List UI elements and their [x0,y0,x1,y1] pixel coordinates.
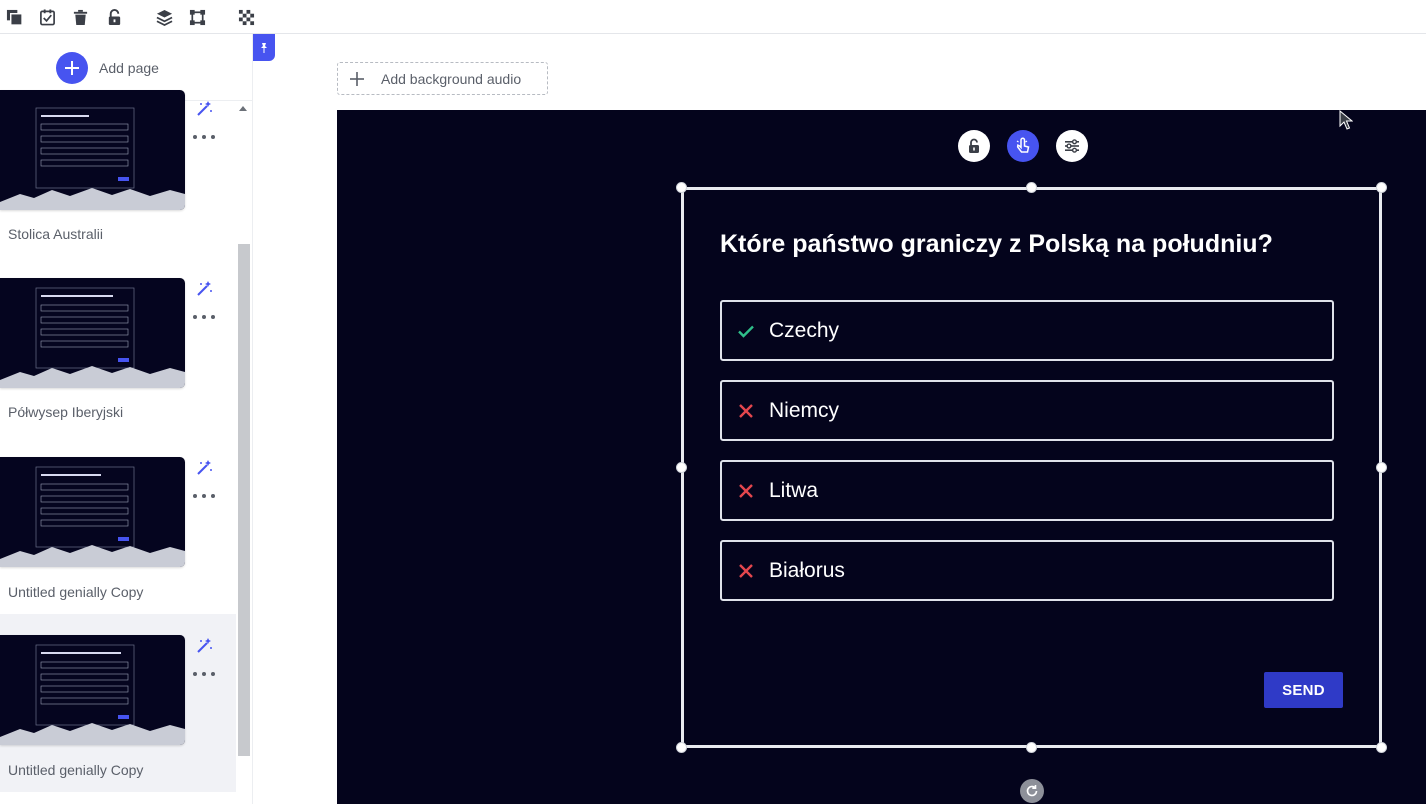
resize-handle[interactable] [1026,182,1037,193]
quiz-option-label: Białorus [769,558,845,582]
resize-handle[interactable] [676,742,687,753]
page-title: Untitled genially Copy [8,762,144,778]
group-icon[interactable] [188,8,206,26]
scrollbar-thumb[interactable] [238,244,250,756]
unlock-icon [969,138,979,153]
scroll-up-arrow-icon[interactable] [239,106,247,111]
page-thumbnail [0,457,185,567]
sliders-icon [1065,139,1079,153]
sidebar-scrollbar[interactable] [236,100,252,804]
trash-icon[interactable] [71,8,89,26]
page-title: Untitled genially Copy [8,584,144,600]
more-options-icon[interactable] [193,312,215,322]
interactivity-button[interactable] [1007,130,1039,162]
rotate-handle[interactable] [1020,779,1044,803]
quiz-option-label: Czechy [769,318,840,342]
unlock-element-button[interactable] [958,130,990,162]
rotate-icon [1026,785,1038,797]
more-options-icon[interactable] [193,491,215,501]
more-options-icon[interactable] [193,669,215,679]
add-background-audio-label: Add background audio [381,70,522,87]
page-title: Stolica Australii [8,226,103,242]
checklist-icon[interactable] [38,8,56,26]
add-background-audio-button[interactable]: Add background audio [337,62,548,95]
pointer-click-icon [1016,137,1030,153]
settings-button[interactable] [1056,130,1088,162]
layers-icon[interactable] [155,8,173,26]
resize-handle[interactable] [1026,742,1037,753]
cross-icon [737,402,755,420]
resize-handle[interactable] [676,462,687,473]
resize-handle[interactable] [1376,742,1387,753]
plus-icon [350,71,364,86]
pin-icon[interactable] [253,34,275,61]
quiz-question: Które państwo graniczy z Polską na połud… [720,230,1273,258]
slide-canvas[interactable]: Które państwo graniczy z Polską na połud… [337,110,1426,804]
cross-icon [737,562,755,580]
more-options-icon[interactable] [193,132,215,142]
top-toolbar [0,0,1426,34]
cross-icon [737,482,755,500]
resize-handle[interactable] [676,182,687,193]
quiz-option[interactable]: Białorus [720,540,1334,601]
plus-icon [56,52,88,84]
magic-wand-icon[interactable] [195,637,213,655]
quiz-option[interactable]: Litwa [720,460,1334,521]
page-item[interactable]: Stolica Australii [0,90,236,242]
magic-wand-icon[interactable] [195,280,213,298]
magic-wand-icon[interactable] [195,100,213,118]
resize-handle[interactable] [1376,182,1387,193]
page-thumbnail [0,278,185,388]
mouse-cursor-icon [1339,110,1353,130]
add-page-button[interactable]: Add page [56,52,159,84]
resize-handle[interactable] [1376,462,1387,473]
page-title: Półwysep Iberyjski [8,404,124,420]
page-thumbnail [0,635,185,745]
quiz-option-label: Niemcy [769,398,840,422]
canvas-workspace: Add background audio Które państwo grani… [253,34,1426,804]
check-icon [737,322,755,340]
page-item[interactable]: Untitled genially Copy [0,614,236,792]
magic-wand-icon[interactable] [195,459,213,477]
unlock-icon[interactable] [105,8,123,26]
page-item[interactable]: Półwysep Iberyjski [0,278,236,456]
transparency-icon[interactable] [237,8,255,26]
add-page-label: Add page [99,60,159,76]
quiz-option[interactable]: Niemcy [720,380,1334,441]
pages-sidebar: Add page Stolica Australii Półwysep Iber… [0,34,253,804]
quiz-option-label: Litwa [769,478,819,502]
quiz-option[interactable]: Czechy [720,300,1334,361]
page-item[interactable]: Untitled genially Copy [0,457,236,635]
duplicate-icon[interactable] [5,8,23,26]
send-button[interactable]: SEND [1264,672,1343,708]
page-thumbnail [0,90,185,210]
